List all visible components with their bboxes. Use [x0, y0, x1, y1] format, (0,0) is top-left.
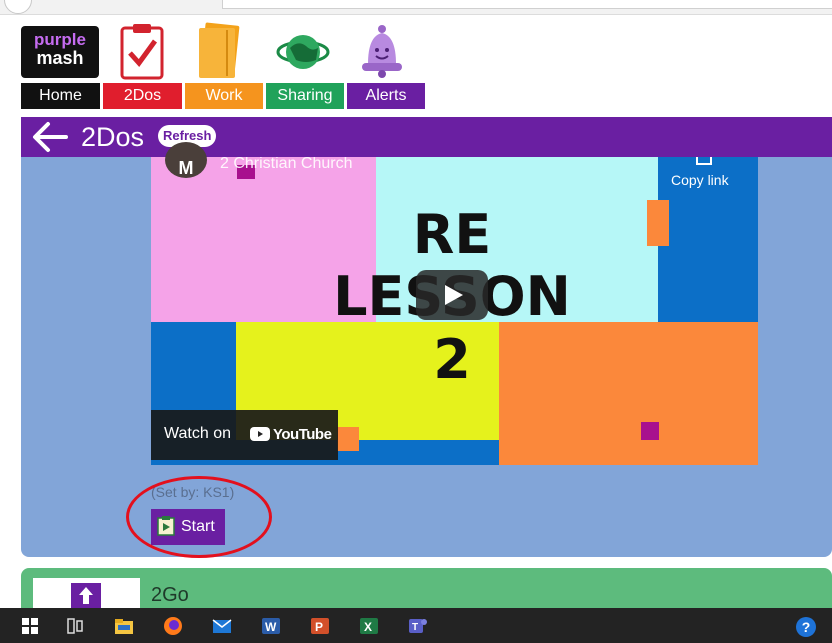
word-icon[interactable]: W	[261, 616, 281, 636]
channel-avatar[interactable]: M	[165, 142, 207, 178]
help-icon[interactable]: ?	[796, 617, 816, 637]
windows-start-icon[interactable]	[20, 616, 40, 636]
tab-sharing[interactable]: Sharing	[266, 83, 344, 109]
highlight-annotation-circle	[126, 476, 272, 558]
tab-home[interactable]: Home	[21, 83, 100, 109]
svg-text:X: X	[364, 620, 372, 634]
2go-panel	[21, 568, 832, 608]
powerpoint-icon[interactable]: P	[310, 616, 330, 636]
logo-line2: mash	[36, 48, 84, 68]
purple-mash-logo[interactable]: purple mash	[21, 26, 99, 78]
firefox-icon[interactable]	[163, 616, 183, 636]
svg-text:P: P	[315, 620, 323, 634]
svg-text:T: T	[412, 622, 418, 633]
youtube-logo-icon	[250, 427, 270, 441]
bell-icon[interactable]	[359, 22, 405, 80]
folder-icon[interactable]	[197, 22, 243, 80]
logo-line1: purple	[34, 30, 86, 49]
video-square-magenta-2	[641, 422, 659, 440]
upload-arrow-icon	[71, 583, 101, 608]
teams-icon[interactable]: T	[408, 616, 428, 636]
watch-on-label: Watch on	[164, 425, 231, 442]
tab-alerts[interactable]: Alerts	[347, 83, 425, 109]
excel-icon[interactable]: X	[359, 616, 379, 636]
mail-icon[interactable]	[212, 616, 232, 636]
tab-2dos[interactable]: 2Dos	[103, 83, 182, 109]
2go-label[interactable]: 2Go	[151, 584, 189, 607]
address-bar[interactable]	[222, 0, 832, 9]
file-explorer-icon[interactable]	[114, 616, 134, 636]
video-title-line-3: 2	[433, 328, 471, 391]
tab-work[interactable]: Work	[185, 83, 263, 109]
play-button[interactable]	[416, 270, 488, 320]
copy-link-button[interactable]: Copy link	[671, 172, 729, 188]
youtube-label: YouTube	[273, 426, 332, 443]
clipboard-check-icon[interactable]	[119, 22, 165, 80]
globe-icon[interactable]	[276, 22, 330, 80]
page-title: 2Dos	[81, 122, 145, 152]
svg-text:W: W	[265, 620, 277, 634]
arrow-left-icon[interactable]	[30, 120, 70, 154]
task-view-icon[interactable]	[65, 616, 85, 636]
video-square-orange	[337, 427, 359, 451]
video-title-line-1: RE	[412, 203, 492, 266]
play-icon	[445, 285, 463, 305]
channel-name[interactable]: 2 Christian Church	[220, 157, 353, 169]
copy-link-icon[interactable]	[696, 157, 712, 165]
